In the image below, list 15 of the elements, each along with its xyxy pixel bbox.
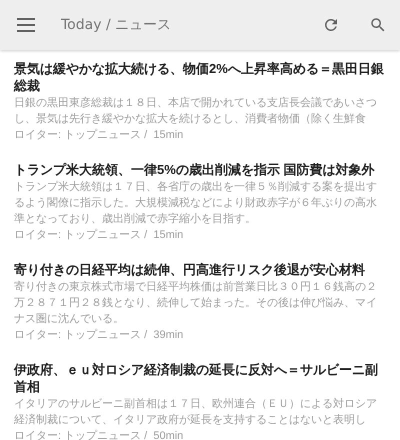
article-source: ロイター: トップニュース / 15min xyxy=(14,228,184,243)
search-icon[interactable] xyxy=(369,16,387,34)
article-headline[interactable]: 景気は緩やかな拡大続ける、物価2%へ上昇率高める＝黒田日銀総裁 xyxy=(14,60,386,94)
article-source: ロイター: トップニュース / 15min xyxy=(14,128,184,143)
menu-icon[interactable] xyxy=(17,18,35,32)
article-headline[interactable]: 伊政府、ｅｕ対ロシア経済制裁の延長に反対へ＝サルビーニ副首相 xyxy=(14,361,386,395)
article-summary: 寄り付きの東京株式市場で日経平均株価は前営業日比３０円１６銭高の２万２８７１円２８銭となり、続伸して始まった。その後は伸び悩み、マイナス圏に沈んでいる。 xyxy=(14,280,378,327)
article-summary: イタリアのサルビーニ副首相は１７日、欧州連合（ＥＵ）による対ロシア経済制裁について、イタリア政府が延長を支持することはないと表明し xyxy=(14,396,378,428)
refresh-icon[interactable] xyxy=(322,16,340,34)
article-summary: 日銀の黒田東彦総裁は１８日、本店で開かれている支店長会議であいさつし、景気は先行き緩やかな拡大を続けるとし、消費者物価（除く生鮮食 xyxy=(14,96,378,127)
article-headline[interactable]: トランプ米大統領、一律5%の歳出削減を指示 国防費は対象外 xyxy=(14,161,386,178)
article-headline[interactable]: 寄り付きの日経平均は続伸、円高進行リスク後退が安心材料 xyxy=(14,261,386,278)
article-summary: トランプ米大統領は１７日、各省庁の歳出を一律５％削減する案を提出するよう閣僚に指示した。大規模減税などにより財政赤字が６年ぶりの高水準となっており、歳出削減で赤字縮小を目指す。 xyxy=(14,180,378,227)
article-source: ロイター: トップニュース / 39min xyxy=(14,328,184,343)
app-title: Today / ニュース xyxy=(61,16,172,34)
